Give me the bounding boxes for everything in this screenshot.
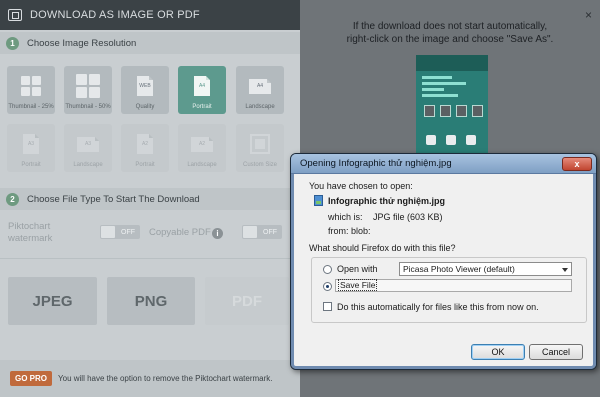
copyable-pdf-toggle[interactable]: OFF	[242, 225, 282, 239]
resolution-a3-landscape: A3 Landscape	[64, 124, 112, 172]
document-landscape-icon: A4	[249, 78, 271, 94]
step-number-badge: 2	[6, 192, 19, 206]
go-pro-banner: GO PRO You will have the option to remov…	[0, 360, 300, 397]
save-file-radio[interactable]	[323, 282, 332, 291]
resolution-a4-landscape[interactable]: A4 Landscape	[236, 66, 284, 114]
go-pro-button[interactable]: GO PRO	[10, 371, 53, 386]
document-landscape-icon: A3	[77, 136, 99, 152]
document-icon: A2	[137, 134, 153, 154]
dialog-body: You have chosen to open: Infographic thử…	[295, 175, 592, 365]
grid-large-icon	[76, 74, 100, 98]
step-number-badge: 1	[6, 36, 19, 50]
document-landscape-icon: A2	[191, 136, 213, 152]
open-with-radio[interactable]	[323, 265, 332, 274]
auto-action-checkbox[interactable]	[323, 302, 332, 311]
divider	[0, 258, 300, 259]
dialog-title: Opening Infographic thử nghiệm.jpg	[291, 154, 596, 174]
grid-small-icon	[21, 76, 41, 96]
infographic-preview-image[interactable]	[416, 55, 488, 160]
document-icon: A3	[23, 134, 39, 154]
panel-title: DOWNLOAD AS IMAGE OR PDF	[30, 9, 200, 21]
resolution-a2-landscape: A2 Landscape	[178, 124, 226, 172]
jpeg-button[interactable]: JPEG	[8, 277, 97, 325]
step-filetype-header: 2 Choose File Type To Start The Download	[0, 188, 300, 210]
document-icon: WEB	[137, 76, 153, 96]
pdf-button: PDF	[205, 277, 289, 325]
step-resolution-header: 1 Choose Image Resolution	[0, 32, 300, 54]
png-button[interactable]: PNG	[107, 277, 195, 325]
cancel-button[interactable]: Cancel	[529, 344, 583, 360]
resolution-a3-portrait: A3 Portrait	[7, 124, 55, 172]
copyable-pdf-label: Copyable PDF	[149, 227, 211, 238]
file-source-value: blob:	[351, 226, 371, 236]
auto-action-label: Do this automatically for files like thi…	[337, 302, 539, 312]
image-download-icon	[8, 9, 22, 21]
dialog-close-button[interactable]: x	[562, 157, 592, 171]
jpg-file-icon	[314, 195, 323, 206]
resolution-thumbnail-50[interactable]: Thumbnail - 50%	[64, 66, 112, 114]
download-panel: DOWNLOAD AS IMAGE OR PDF 1 Choose Image …	[0, 0, 300, 397]
file-type-value: JPG file (603 KB)	[373, 212, 443, 222]
firefox-open-file-dialog: Opening Infographic thử nghiệm.jpg x You…	[290, 153, 597, 370]
resolution-thumbnail-25[interactable]: Thumbnail - 25%	[7, 66, 55, 114]
file-source-label: from:	[328, 226, 349, 236]
watermark-label: Piktochart watermark	[8, 221, 53, 244]
step-title: Choose File Type To Start The Download	[27, 193, 200, 205]
go-pro-text: You will have the option to remove the P…	[58, 374, 273, 383]
open-with-app-select[interactable]: Picasa Photo Viewer (default)	[399, 262, 572, 276]
info-icon[interactable]: i	[212, 228, 223, 239]
frame-icon	[250, 134, 270, 154]
resolution-custom-size: Custom Size	[236, 124, 284, 172]
chosen-label: You have chosen to open:	[309, 181, 413, 191]
action-question: What should Firefox do with this file?	[309, 243, 456, 253]
resolution-a2-portrait: A2 Portrait	[121, 124, 169, 172]
ok-button[interactable]: OK	[471, 344, 525, 360]
resolution-a4-portrait[interactable]: A4 Portrait	[178, 66, 226, 114]
file-type-label: which is:	[328, 212, 363, 222]
file-name: Infographic thử nghiệm.jpg	[328, 196, 446, 206]
step-title: Choose Image Resolution	[27, 37, 137, 49]
save-file-option[interactable]: Save File	[335, 279, 572, 292]
watermark-toggle[interactable]: OFF	[100, 225, 140, 239]
open-with-label: Open with	[337, 264, 378, 274]
download-instructions: If the download does not start automatic…	[346, 21, 554, 45]
document-icon: A4	[194, 76, 210, 96]
panel-header: DOWNLOAD AS IMAGE OR PDF	[0, 0, 300, 30]
chevron-down-icon	[562, 268, 568, 272]
resolution-web-quality[interactable]: WEB Quality	[121, 66, 169, 114]
